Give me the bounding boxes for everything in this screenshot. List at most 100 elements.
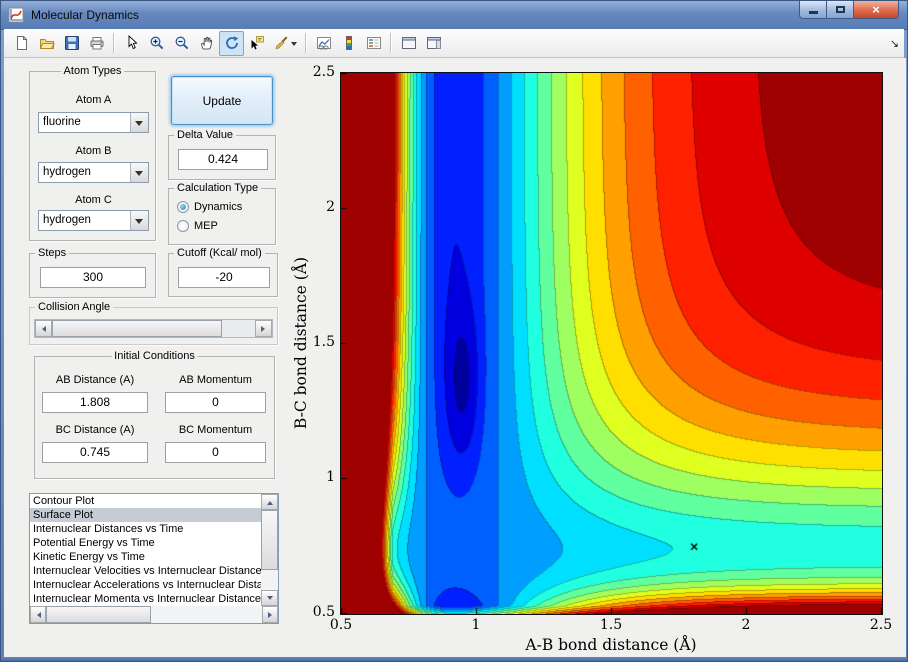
atom-b-dropdown[interactable]: hydrogen: [38, 162, 149, 183]
x-axis-label: A-B bond distance (Å): [525, 636, 697, 654]
plot-list: Contour Plot Surface Plot Internuclear D…: [30, 494, 261, 606]
x-tick-label: 1.5: [599, 617, 623, 633]
toolbar-separator: [305, 33, 307, 53]
plot-list-item[interactable]: Kinetic Energy vs Time: [30, 550, 261, 564]
hscroll-thumb[interactable]: [46, 606, 151, 623]
close-icon: ×: [872, 1, 880, 17]
chevron-down-icon[interactable]: [130, 163, 148, 182]
zoom-out-button[interactable]: [169, 31, 194, 56]
collision-angle-group: Collision Angle: [29, 301, 278, 345]
plot-list-item[interactable]: Internuclear Momenta vs Internuclear Dis…: [30, 592, 261, 606]
scroll-down-button[interactable]: [261, 590, 278, 606]
collision-angle-slider[interactable]: [34, 319, 273, 338]
ab-momentum-field[interactable]: 0: [165, 392, 266, 413]
chevron-down-icon[interactable]: [130, 113, 148, 132]
zoom-out-icon: [175, 36, 188, 50]
bc-momentum-label: BC Momentum: [178, 424, 253, 436]
scroll-right-button[interactable]: [262, 606, 278, 623]
scroll-left-button[interactable]: [30, 606, 46, 623]
app-window: Molecular Dynamics × ↘ Atom Types Atom A…: [0, 0, 908, 662]
calculation-type-group: Calculation Type Dynamics MEP: [168, 182, 276, 245]
edit-plot-icon: [128, 35, 138, 50]
link-plot-button[interactable]: [311, 31, 336, 56]
vscroll-thumb[interactable]: [261, 510, 278, 570]
pan-button[interactable]: [194, 31, 219, 56]
radio-icon: [177, 201, 189, 213]
toolbar-separator: [113, 33, 115, 53]
close-button[interactable]: ×: [854, 1, 899, 19]
atom-c-dropdown[interactable]: hydrogen: [38, 210, 149, 231]
slider-left-arrow-button[interactable]: [35, 320, 52, 337]
print-figure-button[interactable]: [84, 31, 109, 56]
radio-option-dynamics[interactable]: Dynamics: [177, 201, 242, 213]
cutoff-field[interactable]: -20: [178, 267, 270, 288]
contour-canvas[interactable]: [341, 73, 882, 614]
update-button[interactable]: Update: [171, 76, 273, 125]
insert-legend-button[interactable]: [361, 31, 386, 56]
listbox-horizontal-scrollbar[interactable]: [30, 606, 278, 623]
plot-list-item[interactable]: Potential Energy vs Time: [30, 536, 261, 550]
arrow-down-icon: [266, 595, 273, 603]
cutoff-title: Cutoff (Kcal/ mol): [174, 247, 265, 259]
initial-conditions-title: Initial Conditions: [111, 350, 198, 362]
new-figure-icon: [16, 36, 27, 50]
ab-distance-label: AB Distance (A): [55, 374, 135, 386]
plot-list-item[interactable]: Surface Plot: [30, 508, 261, 522]
plot-list-item[interactable]: Internuclear Accelerations vs Internucle…: [30, 578, 261, 592]
toolbar-separator: [390, 33, 392, 53]
atom-a-dropdown[interactable]: fluorine: [38, 112, 149, 133]
slider-thumb[interactable]: [52, 320, 222, 337]
plot-type-listbox: Contour Plot Surface Plot Internuclear D…: [29, 493, 279, 624]
listbox-vertical-scrollbar[interactable]: [261, 494, 278, 606]
show-plot-tools-button[interactable]: [421, 31, 446, 56]
scroll-up-button[interactable]: [261, 494, 278, 510]
save-figure-icon: [64, 36, 79, 50]
cutoff-group: Cutoff (Kcal/ mol) -20: [168, 247, 278, 297]
atom-types-title: Atom Types: [60, 65, 125, 77]
save-figure-button[interactable]: [59, 31, 84, 56]
delta-value-field[interactable]: 0.424: [178, 149, 268, 170]
toolbar: ↘: [4, 29, 904, 58]
open-file-button[interactable]: [34, 31, 59, 56]
x-tick-label: 2.5: [869, 617, 893, 633]
radio-icon: [177, 220, 189, 232]
arrow-right-icon: [261, 325, 268, 332]
maximize-button[interactable]: [827, 1, 854, 19]
bc-distance-field[interactable]: 0.745: [42, 442, 148, 463]
plot-list-item[interactable]: Internuclear Velocities vs Internuclear …: [30, 564, 261, 578]
plot-list-item[interactable]: Internuclear Distances vs Time: [30, 522, 261, 536]
radio-option-mep[interactable]: MEP: [177, 220, 218, 232]
zoom-in-button[interactable]: [144, 31, 169, 56]
y-axis-label: B-C bond distance (Å): [292, 256, 310, 430]
y-tick-label: 2: [326, 199, 335, 215]
minimize-button[interactable]: [799, 1, 827, 19]
plot-list-item[interactable]: Contour Plot: [30, 494, 261, 508]
collision-angle-label: Collision Angle: [35, 301, 114, 313]
brush-data-button[interactable]: [269, 31, 301, 56]
brush-dropdown-icon[interactable]: [291, 41, 297, 49]
toolbar-overflow-icon[interactable]: ↘: [890, 37, 899, 50]
chevron-down-icon[interactable]: [130, 211, 148, 230]
bc-momentum-field[interactable]: 0: [165, 442, 266, 463]
maximize-icon: [835, 6, 845, 13]
edit-plot-button[interactable]: [119, 31, 144, 56]
slider-right-arrow-button[interactable]: [255, 320, 272, 337]
atom-c-label: Atom C: [75, 194, 112, 206]
hide-plot-tools-button[interactable]: [396, 31, 421, 56]
steps-field[interactable]: 300: [40, 267, 146, 288]
zoom-in-icon: [150, 36, 163, 50]
pan-icon: [200, 36, 212, 50]
window-title: Molecular Dynamics: [31, 8, 140, 22]
steps-group: Steps 300: [29, 247, 156, 298]
data-cursor-button[interactable]: [244, 31, 269, 56]
x-tick-label: 2: [741, 617, 751, 633]
ab-distance-field[interactable]: 1.808: [42, 392, 148, 413]
y-tick-label: 0.5: [312, 604, 335, 620]
rotate-3d-button[interactable]: [219, 30, 244, 56]
link-plot-icon: [316, 37, 331, 50]
radio-mep-label: MEP: [194, 220, 218, 232]
new-figure-button[interactable]: [9, 31, 34, 56]
title-bar[interactable]: Molecular Dynamics ×: [1, 1, 907, 30]
insert-colorbar-button[interactable]: [336, 31, 361, 56]
arrow-left-icon: [39, 325, 46, 332]
